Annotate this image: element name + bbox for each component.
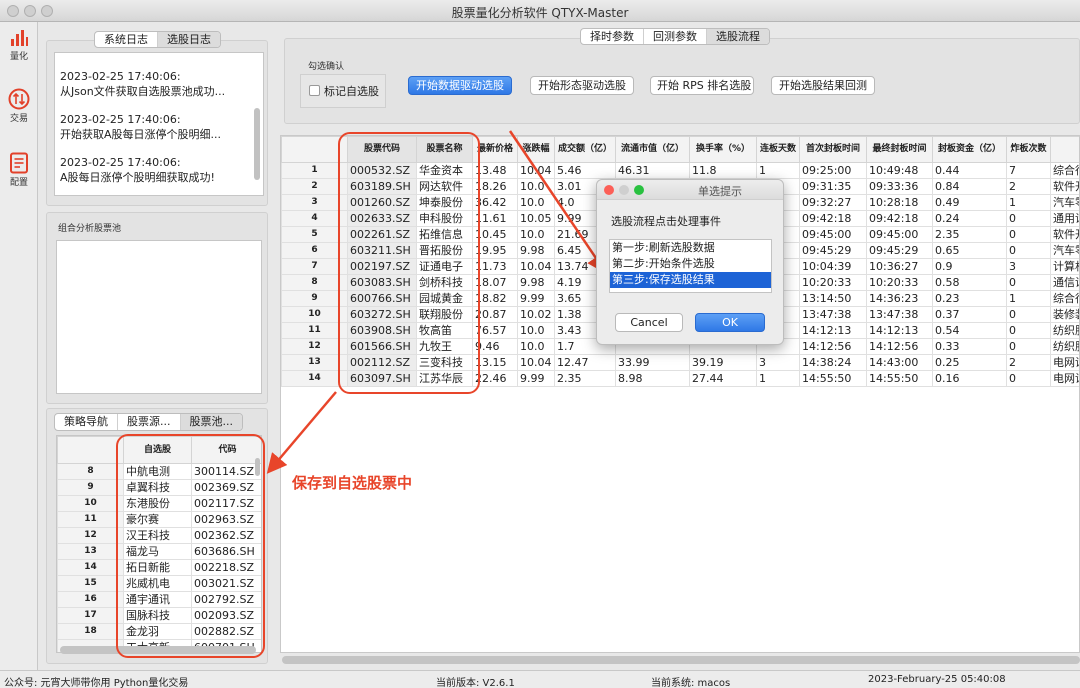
option-refresh-data[interactable]: 第一步:刷新选股数据: [610, 240, 771, 256]
ok-button[interactable]: OK: [695, 313, 765, 332]
dialog-option-list: 第一步:刷新选股数据 第二步:开始条件选股 第三步:保存选股结果: [609, 239, 772, 293]
arrow-to-dialog: [508, 130, 607, 275]
status-datetime: 2023-February-25 05:40:08: [868, 674, 1006, 685]
dialog-minimize-icon[interactable]: [619, 185, 629, 195]
dialog-title: 单选提示: [698, 185, 742, 198]
option-start-selection[interactable]: 第二步:开始条件选股: [610, 256, 771, 272]
option-save-results[interactable]: 第三步:保存选股结果: [610, 272, 771, 288]
dialog-zoom-icon[interactable]: [634, 185, 644, 195]
dialog-prompt: 选股流程点击处理事件: [611, 215, 721, 228]
dialog-close-icon[interactable]: [604, 185, 614, 195]
status-version: 当前版本: V2.6.1: [436, 678, 515, 688]
status-system: 当前系统: macos: [651, 678, 731, 688]
annotation-arrows: [266, 130, 607, 474]
cancel-button[interactable]: Cancel: [615, 313, 683, 332]
status-left-text: 公众号: 元宵大师带你用 Python量化交易: [4, 678, 189, 688]
status-bar: 公众号: 元宵大师带你用 Python量化交易 当前版本: V2.6.1 当前系…: [0, 670, 1080, 688]
single-choice-dialog: 单选提示 选股流程点击处理事件 第一步:刷新选股数据 第二步:开始条件选股 第三…: [596, 179, 784, 345]
annotation-label: 保存到自选股票中: [292, 474, 413, 492]
dialog-titlebar: 单选提示: [597, 180, 783, 200]
arrow-to-watchlist: [266, 391, 337, 474]
